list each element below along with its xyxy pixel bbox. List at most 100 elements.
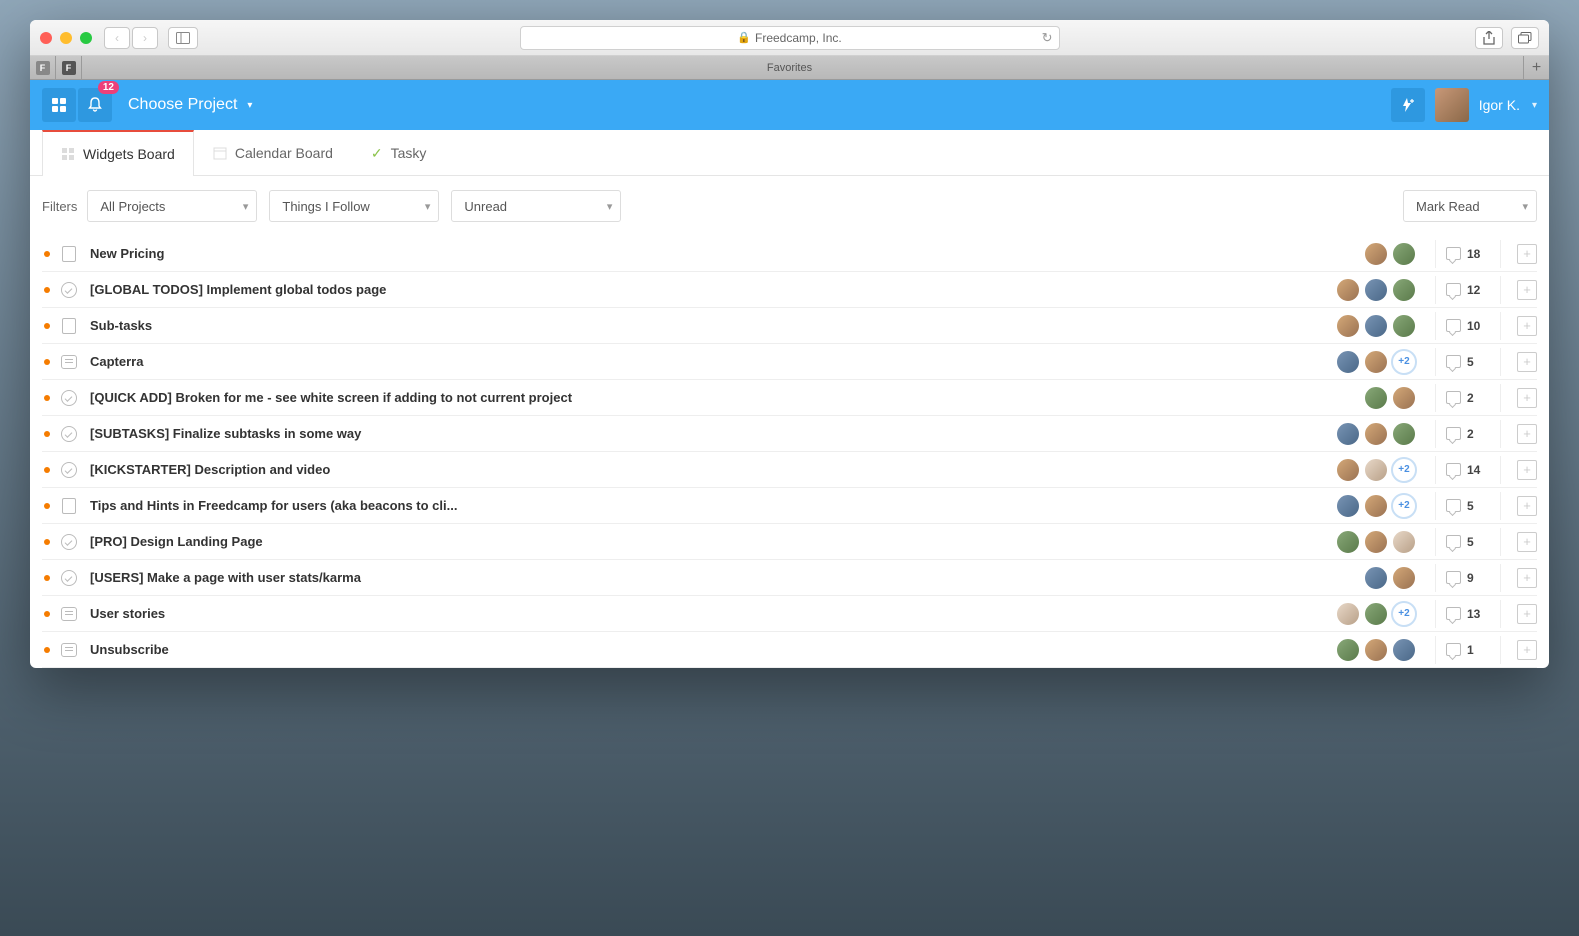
feed-row[interactable]: [USERS] Make a page with user stats/karm…: [42, 560, 1537, 596]
view-tab-widgets-board[interactable]: Widgets Board: [42, 130, 194, 176]
comment-count[interactable]: 5: [1446, 355, 1490, 369]
feed-row[interactable]: Sub-tasks10+: [42, 308, 1537, 344]
expand-button[interactable]: +: [1517, 496, 1537, 516]
new-tab-button[interactable]: +: [1523, 56, 1549, 80]
avatar[interactable]: [1335, 421, 1361, 447]
comment-count[interactable]: 9: [1446, 571, 1490, 585]
feed-row[interactable]: [KICKSTARTER] Description and video+214+: [42, 452, 1537, 488]
filter-following-select[interactable]: Things I Follow: [269, 190, 439, 222]
feed-row[interactable]: [GLOBAL TODOS] Implement global todos pa…: [42, 272, 1537, 308]
chevron-down-icon: ▾: [247, 100, 252, 111]
reload-icon[interactable]: ↻: [1042, 30, 1053, 46]
avatar[interactable]: [1335, 529, 1361, 555]
avatar[interactable]: [1335, 493, 1361, 519]
user-avatar[interactable]: [1435, 88, 1469, 122]
expand-button[interactable]: +: [1517, 280, 1537, 300]
address-bar[interactable]: 🔒 Freedcamp, Inc. ↻: [520, 26, 1060, 50]
feed-row[interactable]: [PRO] Design Landing Page5+: [42, 524, 1537, 560]
avatar[interactable]: [1363, 241, 1389, 267]
avatar[interactable]: [1363, 529, 1389, 555]
feed-row[interactable]: [QUICK ADD] Broken for me - see white sc…: [42, 380, 1537, 416]
avatar[interactable]: [1391, 313, 1417, 339]
avatar[interactable]: [1363, 601, 1389, 627]
comment-count[interactable]: 5: [1446, 535, 1490, 549]
dashboard-button[interactable]: [42, 88, 76, 122]
avatar[interactable]: [1363, 457, 1389, 483]
quick-add-button[interactable]: [1391, 88, 1425, 122]
avatar[interactable]: [1391, 421, 1417, 447]
avatar[interactable]: [1391, 637, 1417, 663]
expand-button[interactable]: +: [1517, 532, 1537, 552]
expand-button[interactable]: +: [1517, 244, 1537, 264]
avatar[interactable]: [1335, 349, 1361, 375]
comment-count[interactable]: 1: [1446, 643, 1490, 657]
comment-count[interactable]: 14: [1446, 463, 1490, 477]
avatar-more[interactable]: +2: [1391, 493, 1417, 519]
tabs-button[interactable]: [1511, 27, 1539, 49]
project-selector[interactable]: Choose Project ▾: [128, 96, 252, 114]
forward-button[interactable]: ›: [132, 27, 158, 49]
expand-button[interactable]: +: [1517, 352, 1537, 372]
notifications-button[interactable]: 12: [78, 88, 112, 122]
avatar[interactable]: [1391, 529, 1417, 555]
comment-count[interactable]: 5: [1446, 499, 1490, 513]
feed-row-title: [GLOBAL TODOS] Implement global todos pa…: [90, 282, 1335, 297]
feed-row[interactable]: New Pricing18+: [42, 236, 1537, 272]
avatar[interactable]: [1335, 457, 1361, 483]
avatar[interactable]: [1335, 277, 1361, 303]
expand-button[interactable]: +: [1517, 568, 1537, 588]
expand-button[interactable]: +: [1517, 460, 1537, 480]
expand-button[interactable]: +: [1517, 424, 1537, 444]
favorite-tab-2[interactable]: F: [56, 56, 82, 80]
avatar[interactable]: [1391, 277, 1417, 303]
divider: [1500, 384, 1501, 412]
comment-icon: [1446, 463, 1461, 476]
view-tab-calendar-board[interactable]: Calendar Board: [194, 130, 352, 175]
feed-row[interactable]: Tips and Hints in Freedcamp for users (a…: [42, 488, 1537, 524]
filter-projects-select[interactable]: All Projects: [87, 190, 257, 222]
favorite-tab-1[interactable]: F: [30, 56, 56, 80]
avatar[interactable]: [1363, 277, 1389, 303]
avatar[interactable]: [1363, 493, 1389, 519]
feed-row[interactable]: Unsubscribe1+: [42, 632, 1537, 668]
expand-button[interactable]: +: [1517, 640, 1537, 660]
comment-count[interactable]: 13: [1446, 607, 1490, 621]
expand-button[interactable]: +: [1517, 316, 1537, 336]
comment-count[interactable]: 12: [1446, 283, 1490, 297]
share-button[interactable]: [1475, 27, 1503, 49]
avatar[interactable]: [1363, 313, 1389, 339]
back-button[interactable]: ‹: [104, 27, 130, 49]
avatar-more[interactable]: +2: [1391, 457, 1417, 483]
expand-button[interactable]: +: [1517, 604, 1537, 624]
feed-row[interactable]: User stories+213+: [42, 596, 1537, 632]
view-tab-tasky[interactable]: ✓Tasky: [352, 130, 446, 175]
maximize-window-button[interactable]: [80, 32, 92, 44]
comment-count[interactable]: 2: [1446, 427, 1490, 441]
avatar[interactable]: [1335, 313, 1361, 339]
avatar[interactable]: [1363, 637, 1389, 663]
feed-row[interactable]: [SUBTASKS] Finalize subtasks in some way…: [42, 416, 1537, 452]
avatar[interactable]: [1391, 385, 1417, 411]
user-menu[interactable]: Igor K. ▾: [1479, 97, 1537, 113]
comment-count[interactable]: 18: [1446, 247, 1490, 261]
avatar[interactable]: [1363, 565, 1389, 591]
comment-count[interactable]: 2: [1446, 391, 1490, 405]
expand-button[interactable]: +: [1517, 388, 1537, 408]
mark-read-select[interactable]: Mark Read: [1403, 190, 1537, 222]
minimize-window-button[interactable]: [60, 32, 72, 44]
divider: [1435, 564, 1436, 592]
avatar[interactable]: [1391, 241, 1417, 267]
avatar[interactable]: [1335, 637, 1361, 663]
comment-count[interactable]: 10: [1446, 319, 1490, 333]
avatar[interactable]: [1335, 601, 1361, 627]
feed-row[interactable]: Capterra+25+: [42, 344, 1537, 380]
avatar[interactable]: [1363, 349, 1389, 375]
avatar[interactable]: [1363, 385, 1389, 411]
sidebar-toggle-button[interactable]: [168, 27, 198, 49]
close-window-button[interactable]: [40, 32, 52, 44]
avatar-more[interactable]: +2: [1391, 349, 1417, 375]
avatar[interactable]: [1391, 565, 1417, 591]
avatar[interactable]: [1363, 421, 1389, 447]
filter-read-select[interactable]: Unread: [451, 190, 621, 222]
avatar-more[interactable]: +2: [1391, 601, 1417, 627]
